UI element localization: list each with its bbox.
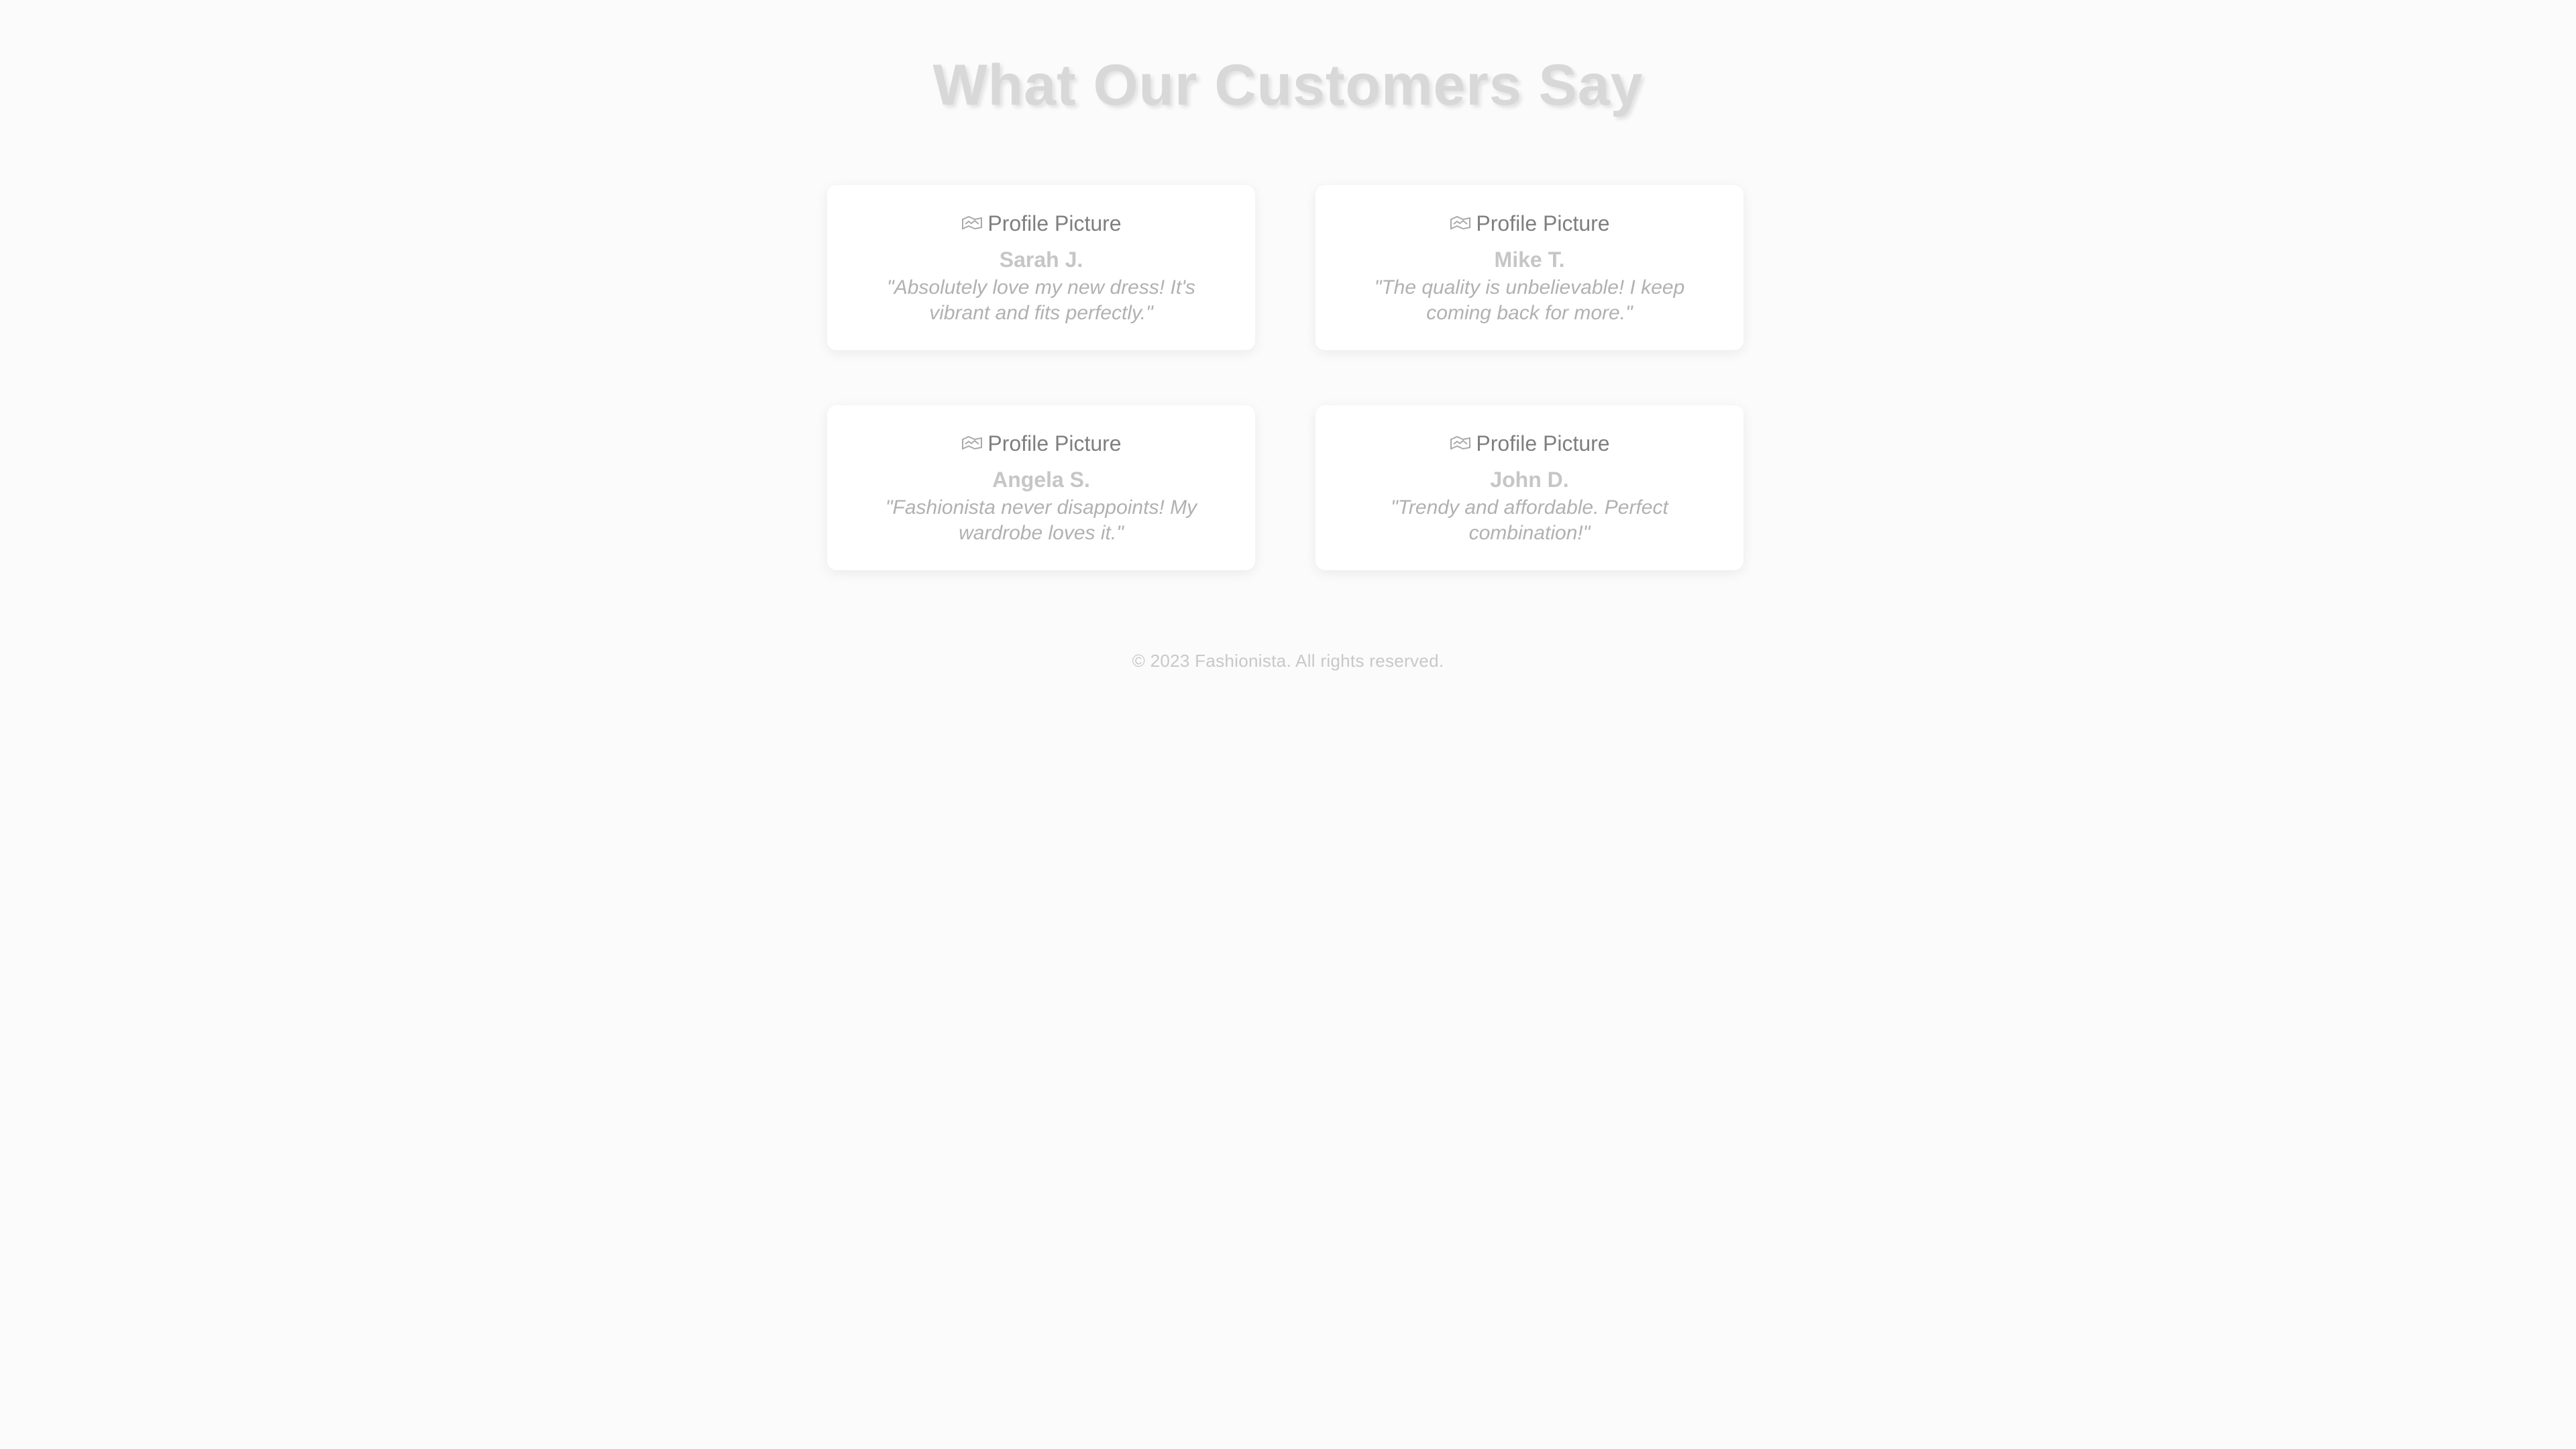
customer-name: Angela S.	[992, 468, 1090, 492]
profile-picture-alt: Profile Picture	[1476, 431, 1610, 455]
testimonial-card: Profile Picture Sarah J. "Absolutely lov…	[827, 185, 1255, 350]
broken-image-icon	[962, 435, 983, 450]
profile-picture: Profile Picture	[961, 431, 1122, 455]
testimonials-grid: Profile Picture Sarah J. "Absolutely lov…	[827, 185, 1748, 570]
testimonial-quote: "Fashionista never disappoints! My wardr…	[885, 496, 1197, 544]
broken-image-icon	[1450, 215, 1471, 230]
testimonial-quote: "Absolutely love my new dress! It's vibr…	[887, 276, 1195, 324]
testimonial-quote: "Trendy and affordable. Perfect combinat…	[1391, 496, 1668, 544]
profile-picture: Profile Picture	[1449, 211, 1610, 235]
customer-name: Sarah J.	[999, 248, 1083, 272]
testimonial-quote: "The quality is unbelievable! I keep com…	[1374, 276, 1685, 324]
testimonial-card: Profile Picture Mike T. "The quality is …	[1316, 185, 1743, 350]
profile-picture: Profile Picture	[961, 211, 1122, 235]
testimonial-card: Profile Picture John D. "Trendy and affo…	[1316, 405, 1743, 570]
profile-picture-alt: Profile Picture	[987, 431, 1122, 455]
footer-copyright: © 2023 Fashionista. All rights reserved.	[1132, 651, 1444, 671]
testimonial-card: Profile Picture Angela S. "Fashionista n…	[827, 405, 1255, 570]
profile-picture-alt: Profile Picture	[1476, 211, 1610, 235]
profile-picture: Profile Picture	[1449, 431, 1610, 455]
customer-name: Mike T.	[1494, 248, 1565, 272]
broken-image-icon	[962, 215, 983, 230]
broken-image-icon	[1450, 435, 1471, 450]
page-title: What Our Customers Say	[932, 53, 1644, 117]
profile-picture-alt: Profile Picture	[987, 211, 1122, 235]
customer-name: John D.	[1490, 468, 1569, 492]
